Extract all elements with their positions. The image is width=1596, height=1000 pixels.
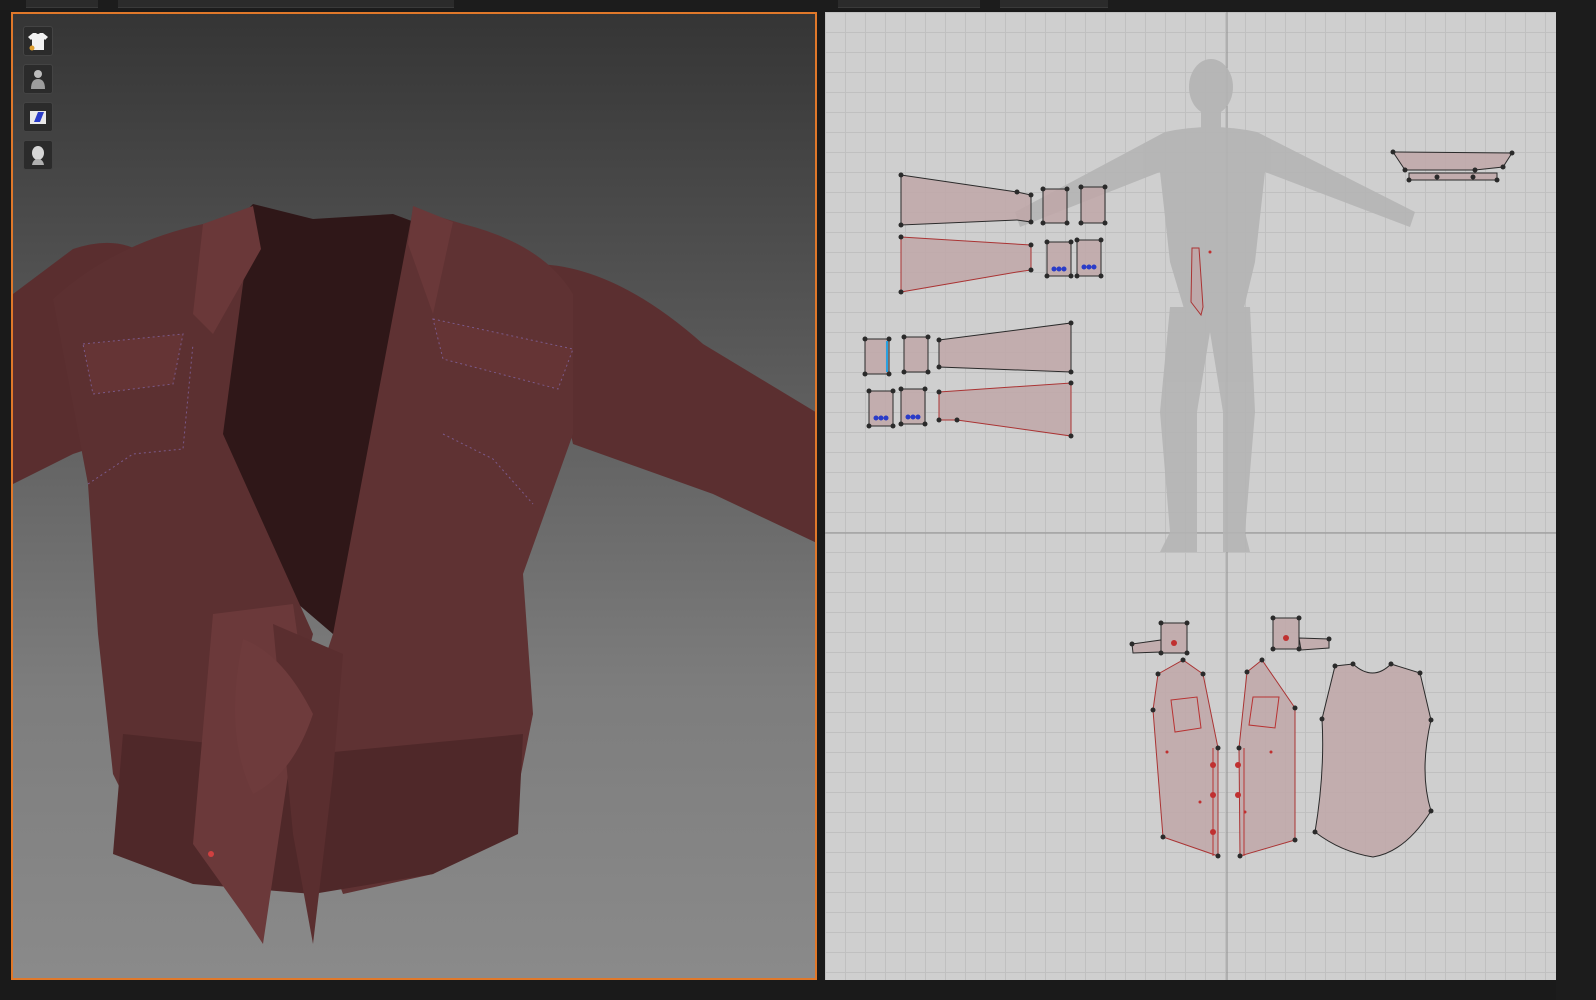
toolbar-tab[interactable] [838,0,980,8]
pattern-piece [1076,239,1102,277]
pattern-piece [1392,151,1513,171]
avatar-display-icon[interactable] [23,64,53,94]
garment-display-icon[interactable] [23,26,53,56]
pattern-piece [900,236,1032,293]
toolbar-tab[interactable] [1000,0,1108,8]
pattern-piece [1131,639,1162,654]
pattern-piece [1272,617,1300,650]
avatar-head-icon[interactable] [23,140,53,170]
3d-viewport[interactable] [11,12,817,980]
pattern-piece [903,336,929,373]
pattern-piece [864,338,890,375]
toolbar-field[interactable] [118,0,454,8]
pattern-piece [1080,186,1106,224]
pattern-piece [1042,188,1068,224]
side-panel-edge [1556,0,1596,1000]
toolbar-tab[interactable] [26,0,98,8]
pattern-piece [938,322,1072,373]
pattern-piece [938,382,1072,437]
pattern-canvas[interactable] [825,12,1556,980]
pattern-piece [900,174,1032,226]
2d-pattern-window[interactable] [825,12,1556,980]
pattern-piece [1408,172,1498,181]
fabric-render-icon[interactable] [23,102,53,132]
pattern-piece [1152,659,1219,857]
3d-garment[interactable] [13,14,817,980]
top-toolbar [0,0,1596,10]
pattern-piece [868,390,894,427]
avatar-silhouette [1015,59,1415,552]
viewport-toolbar [23,26,55,178]
pattern-piece [1160,622,1188,654]
pattern-piece [1238,659,1296,857]
pattern-piece [1298,637,1330,651]
pattern-piece [1314,663,1432,858]
